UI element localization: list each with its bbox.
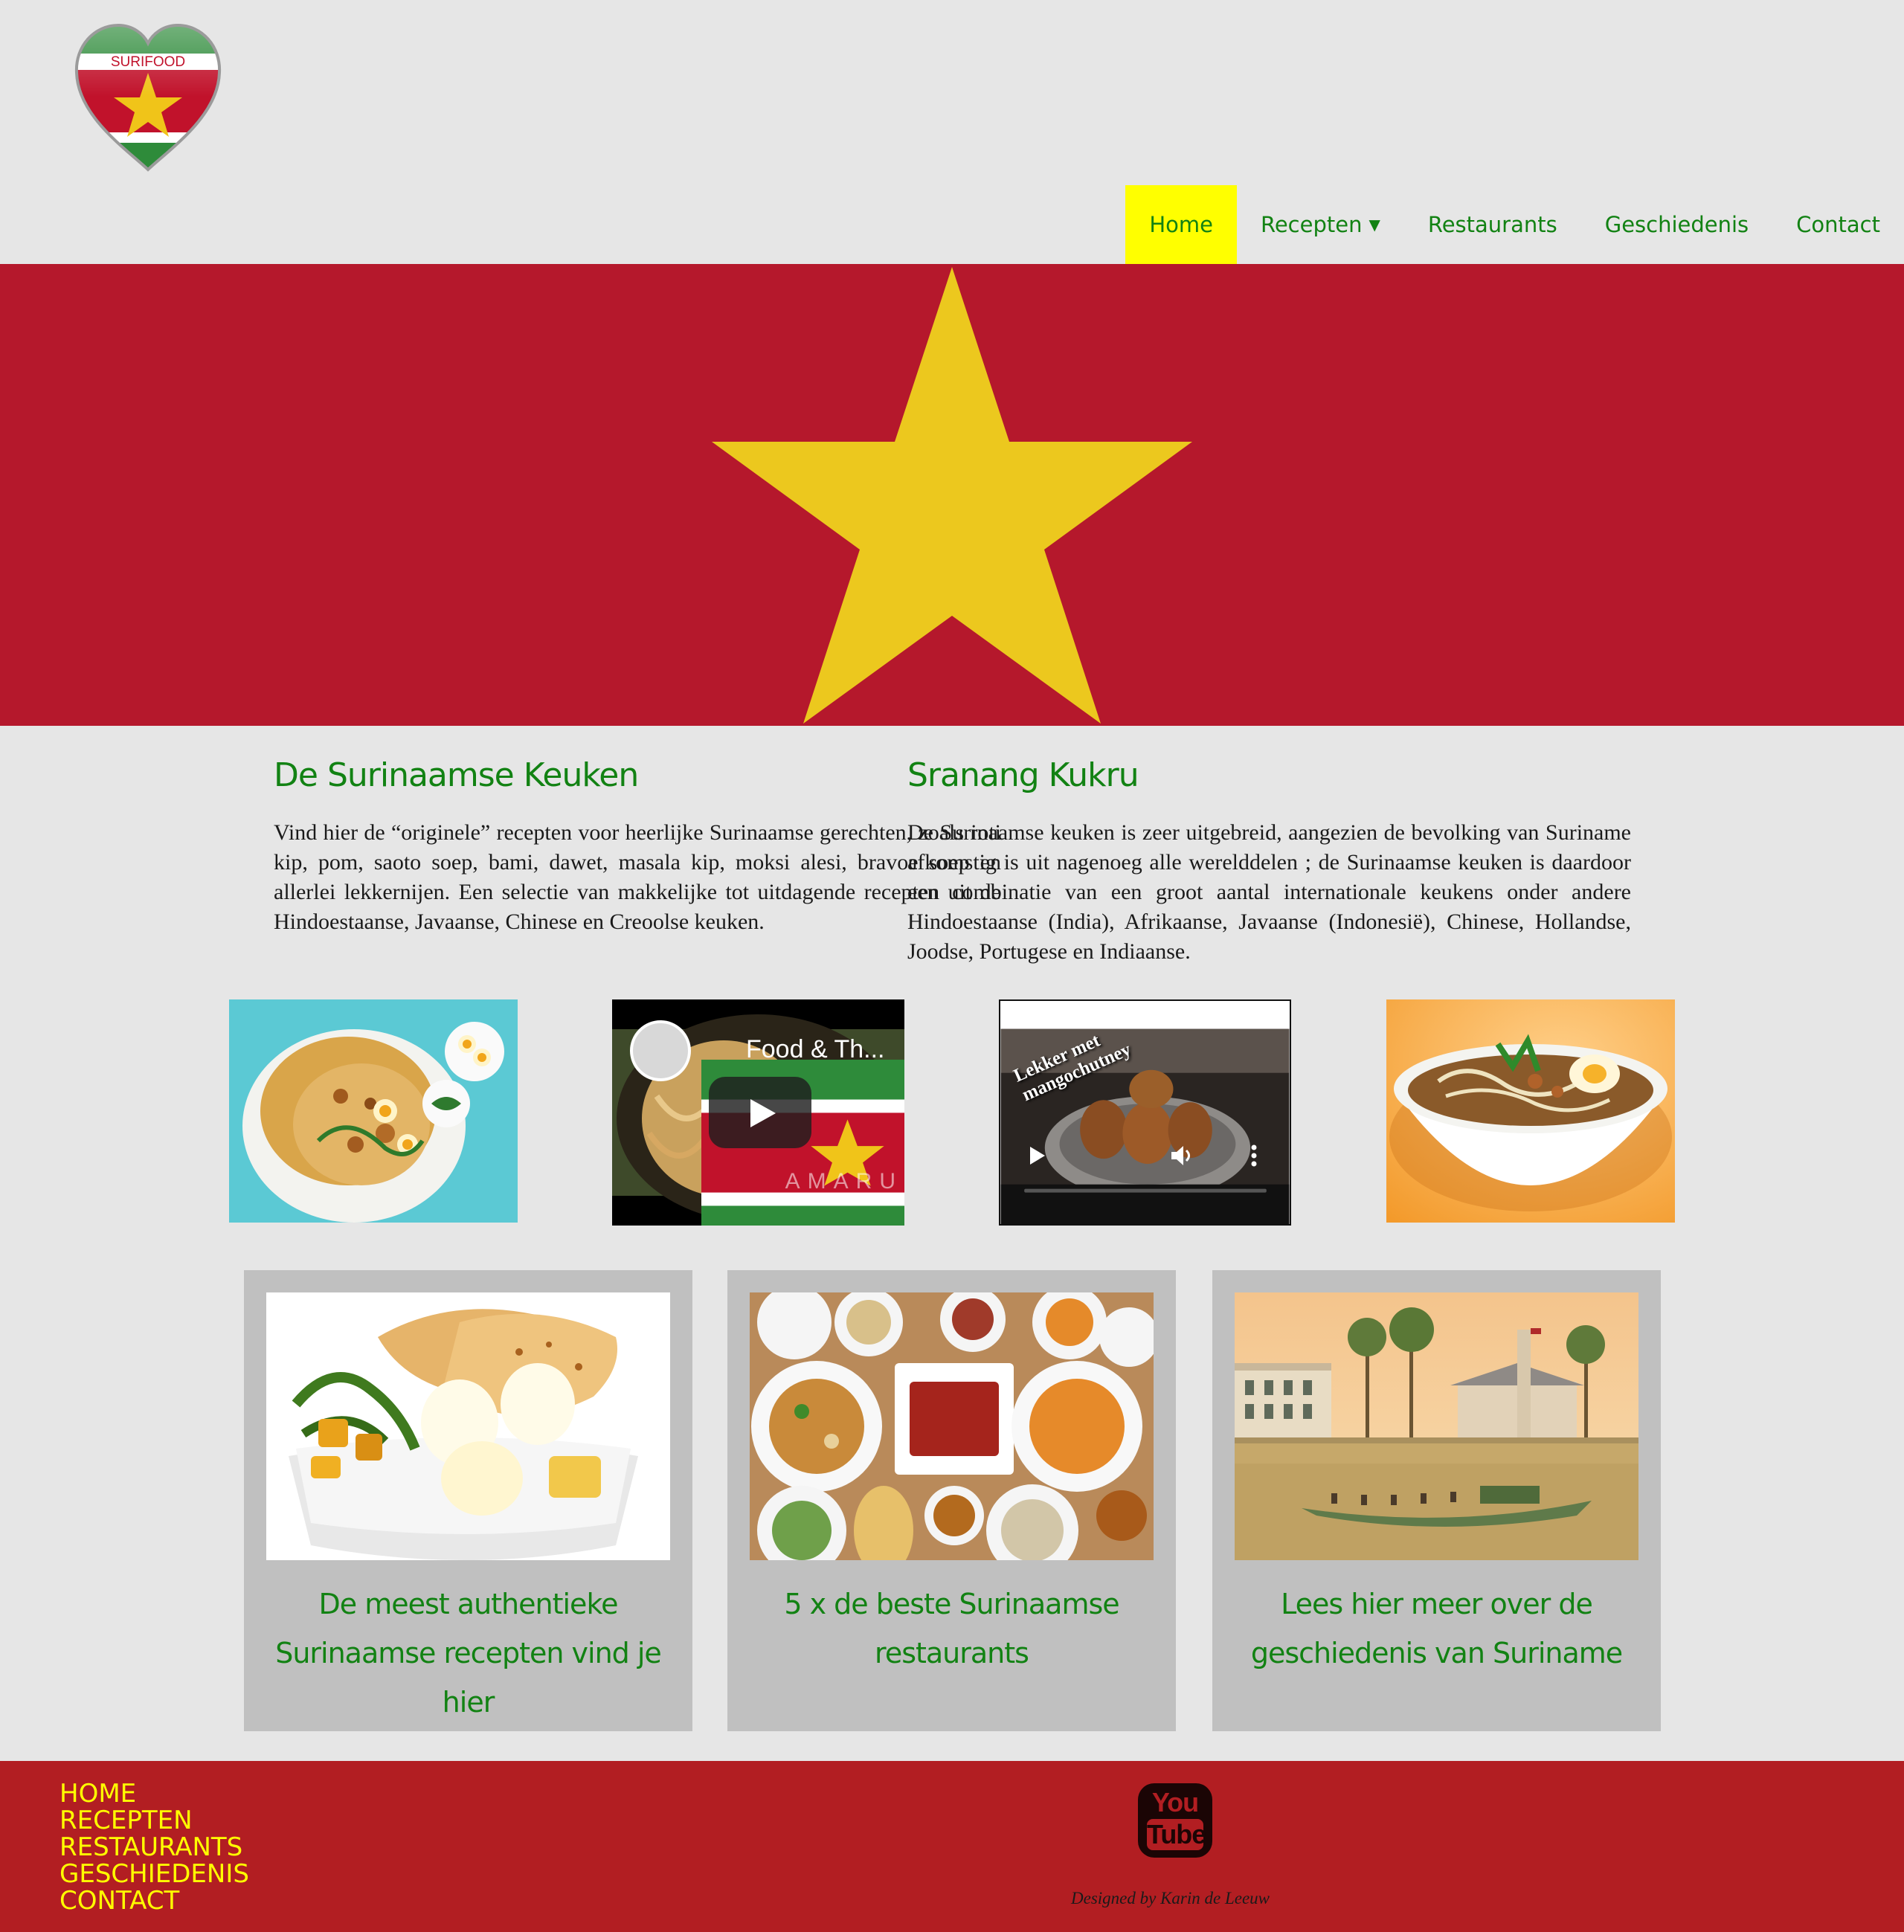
nav-recepten[interactable]: Recepten ▼ — [1237, 185, 1404, 264]
footer-link-contact[interactable]: CONTACT — [60, 1887, 249, 1914]
soup-photo — [1386, 999, 1675, 1223]
card-restaurants-image[interactable] — [750, 1292, 1154, 1560]
intro-left-title: De Surinaamse Keuken — [274, 756, 639, 794]
video-mangochutney[interactable]: Lekker met mangochutney — [999, 999, 1291, 1226]
intro-right-body: De Surinaamse keuken is zeer uitgebreid,… — [907, 820, 1631, 964]
video-title[interactable]: Food & Th... — [746, 1035, 884, 1064]
card-geschiedenis-text[interactable]: Lees hier meer over de geschiedenis van … — [1220, 1580, 1653, 1678]
card-geschiedenis-image[interactable] — [1235, 1292, 1638, 1560]
youtube-embed-food[interactable]: Food & Th... AMARU — [612, 999, 904, 1226]
nav-recepten-label: Recepten — [1260, 212, 1363, 237]
play-icon[interactable] — [1030, 1147, 1045, 1165]
footer-links: HOME RECEPTEN RESTAURANTS GESCHIEDENIS C… — [60, 1780, 249, 1914]
nav-home-label: Home — [1149, 212, 1213, 237]
intro-left-body: Vind hier de “originele” recepten voor h… — [274, 820, 1001, 934]
designer-credit: Designed by Karin de Leeuw — [1071, 1889, 1270, 1907]
video-watermark: AMARU — [785, 1169, 903, 1194]
footer-link-geschiedenis[interactable]: GESCHIEDENIS — [60, 1861, 249, 1887]
youtube-icon-tube: Tube — [1147, 1819, 1206, 1850]
youtube-icon-you: You — [1151, 1787, 1199, 1817]
card-recepten[interactable]: De meest authentieke Surinaamse recepten… — [244, 1270, 692, 1731]
nav-contact[interactable]: Contact — [1772, 185, 1904, 264]
card-restaurants-text[interactable]: 5 x de beste Surinaamse restaurants — [735, 1580, 1168, 1678]
play-button-icon[interactable] — [709, 1077, 811, 1148]
card-recepten-text[interactable]: De meest authentieke Surinaamse recepten… — [251, 1580, 685, 1727]
main-nav: Home Recepten ▼ Restaurants Geschiedenis … — [1125, 185, 1904, 264]
card-geschiedenis[interactable]: Lees hier meer over de geschiedenis van … — [1212, 1270, 1661, 1731]
youtube-icon[interactable]: You Tube — [1138, 1783, 1212, 1858]
nav-restaurants[interactable]: Restaurants — [1404, 185, 1581, 264]
volume-icon[interactable] — [1168, 1142, 1195, 1169]
logo-text: SURIFOOD — [111, 54, 185, 70]
footer-link-home[interactable]: HOME — [60, 1780, 249, 1807]
channel-avatar[interactable] — [630, 1020, 691, 1081]
card-restaurants[interactable]: 5 x de beste Surinaamse restaurants — [727, 1270, 1176, 1731]
nav-home[interactable]: Home — [1125, 185, 1237, 264]
footer-link-recepten[interactable]: RECEPTEN — [60, 1807, 249, 1834]
intro-right-title: Sranang Kukru — [907, 756, 1139, 794]
nav-geschiedenis[interactable]: Geschiedenis — [1581, 185, 1772, 264]
caret-down-icon: ▼ — [1368, 216, 1380, 234]
nav-restaurants-label: Restaurants — [1427, 212, 1557, 237]
star-icon — [712, 267, 1192, 724]
nav-geschiedenis-label: Geschiedenis — [1604, 212, 1749, 237]
intro-sranang-kukru: Sranang Kukru De Surinaamse keuken is ze… — [907, 751, 1631, 967]
nav-contact-label: Contact — [1796, 212, 1880, 237]
hero-banner — [0, 264, 1904, 726]
footer-link-restaurants[interactable]: RESTAURANTS — [60, 1834, 249, 1861]
more-options-icon[interactable] — [1249, 1142, 1259, 1169]
roti-photo — [229, 999, 518, 1223]
card-recepten-image[interactable] — [266, 1292, 670, 1560]
intro-surinaamse-keuken: De Surinaamse Keuken Vind hier de “origi… — [274, 751, 1001, 937]
footer: HOME RECEPTEN RESTAURANTS GESCHIEDENIS C… — [0, 1761, 1904, 1932]
surifood-logo[interactable]: SURIFOOD — [73, 21, 223, 173]
